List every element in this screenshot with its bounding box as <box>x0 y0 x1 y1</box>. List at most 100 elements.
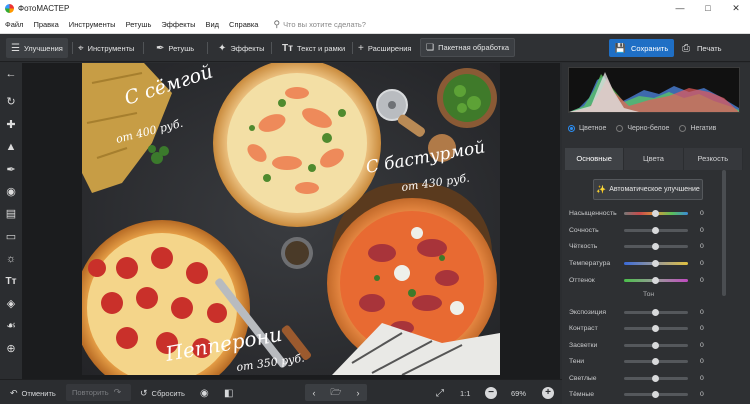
slider-label: Контраст <box>569 324 598 332</box>
brush-icon[interactable]: ✒ <box>4 163 18 177</box>
search-box[interactable]: ⚲ Что вы хотите сделать? <box>273 19 366 30</box>
tab-enhancements[interactable]: ☰ Улучшения <box>6 38 68 58</box>
panel-scrollbar[interactable] <box>722 170 726 296</box>
close-icon[interactable]: ✕ <box>722 0 750 16</box>
auto-enhance-button[interactable]: ✨ Автоматическое улучшение <box>593 179 703 200</box>
tab-tools[interactable]: ⌖ Инструменты <box>78 38 134 58</box>
slider-handle[interactable] <box>652 226 659 234</box>
slider-label: Светлые <box>569 374 597 382</box>
brush-icon: ✒ <box>156 42 165 54</box>
mode-negative[interactable]: Негатив <box>679 125 716 132</box>
menu-retouch[interactable]: Ретушь <box>121 20 157 29</box>
zoom-in-button[interactable]: + <box>542 386 554 400</box>
maximize-icon[interactable]: □ <box>694 0 722 16</box>
tab-sharpness[interactable]: Резкость <box>683 148 743 170</box>
redo-button[interactable]: Повторить ↷ <box>66 384 132 401</box>
text-icon[interactable]: Tт <box>4 275 18 289</box>
gradient-filter-icon[interactable]: ▤ <box>4 207 18 221</box>
tab-label: Ретушь <box>168 43 195 53</box>
bandage-icon[interactable]: ✚ <box>4 118 18 132</box>
batch-icon: ❏ <box>426 42 435 52</box>
slider-value: 0 <box>700 390 704 398</box>
menu-view[interactable]: Вид <box>200 20 224 29</box>
slider-exposure: Экспозиция 0 <box>569 307 719 317</box>
tab-text-frames[interactable]: Tт Текст и рамки <box>282 38 345 58</box>
fit-screen-icon[interactable]: ⤢ <box>436 386 444 400</box>
tab-extensions[interactable]: + Расширения <box>358 38 411 58</box>
radial-filter-icon[interactable]: ◉ <box>4 185 18 199</box>
slider-handle[interactable] <box>652 259 659 267</box>
navigation-group: ‹ 🗁 › <box>305 384 367 401</box>
slider-value: 0 <box>700 357 704 365</box>
reset-button[interactable]: ↺ Сбросить <box>140 386 185 400</box>
mode-color[interactable]: Цветное <box>568 125 606 132</box>
menu-file[interactable]: Файл <box>0 20 28 29</box>
rotate-icon[interactable]: ↻ <box>4 95 18 109</box>
text-icon: Tт <box>282 42 294 54</box>
print-button[interactable]: ⎙ Печать <box>682 39 722 57</box>
compare-icon[interactable]: ◧ <box>224 386 233 400</box>
zoom-1to1-button[interactable]: 1:1 <box>460 386 470 400</box>
divider <box>207 42 208 54</box>
slider-handle[interactable] <box>652 308 659 316</box>
target-icon[interactable]: ⊕ <box>4 342 18 356</box>
divider <box>143 42 144 54</box>
minus-icon: − <box>485 387 497 399</box>
plus-icon: + <box>358 42 364 54</box>
tab-basic[interactable]: Основные <box>565 148 625 170</box>
undo-button[interactable]: ↶ Отменить <box>10 386 56 400</box>
slider-label: Экспозиция <box>569 308 607 316</box>
slider-label: Засветки <box>569 341 598 349</box>
radio-icon <box>679 125 687 132</box>
back-arrow-icon[interactable]: ← <box>4 67 18 81</box>
menu-help[interactable]: Справка <box>224 20 263 29</box>
tone-section-label: Тон <box>643 291 655 298</box>
tab-colors[interactable]: Цвета <box>624 148 684 170</box>
menu-edit[interactable]: Правка <box>28 20 63 29</box>
photo-image[interactable]: С сёмгой от 400 руб. С бастурмой от 430 … <box>82 63 500 375</box>
slider-handle[interactable] <box>652 276 659 284</box>
fill-icon[interactable]: ◈ <box>4 297 18 311</box>
next-icon[interactable]: › <box>357 388 360 398</box>
zoom-out-button[interactable]: − <box>485 386 497 400</box>
search-input[interactable]: Что вы хотите сделать? <box>283 20 366 29</box>
batch-processing-button[interactable]: ❏ Пакетная обработка <box>420 38 515 57</box>
divider <box>352 42 353 54</box>
menu-effects[interactable]: Эффекты <box>156 20 200 29</box>
minimize-icon[interactable]: — <box>666 0 694 16</box>
sun-icon[interactable]: ☼ <box>4 252 18 266</box>
folder-icon[interactable]: 🗁 <box>330 385 341 401</box>
magic-wand-icon: ✦ <box>218 42 227 54</box>
prev-icon[interactable]: ‹ <box>312 388 315 398</box>
auto-enhance-label: Автоматическое улучшение <box>609 186 700 193</box>
mode-bw[interactable]: Черно-белое <box>616 125 669 132</box>
stamp-icon[interactable]: ▲ <box>4 140 18 154</box>
tab-effects[interactable]: ✦ Эффекты <box>218 38 265 58</box>
slider-handle[interactable] <box>652 390 659 398</box>
slider-handle[interactable] <box>652 357 659 365</box>
save-button[interactable]: 💾 Сохранить <box>609 39 674 57</box>
left-toolbar: ← ↻ ✚ ▲ ✒ ◉ ▤ ▭ ☼ Tт ◈ ☙ ⊕ <box>0 63 22 379</box>
slider-handle[interactable] <box>652 341 659 349</box>
pizza-photo: С сёмгой от 400 руб. С бастурмой от 430 … <box>82 63 500 375</box>
slider-value: 0 <box>700 324 704 332</box>
slider-label: Насыщенность <box>569 209 617 217</box>
redo-icon: ↷ <box>113 387 122 397</box>
slider-value: 0 <box>700 374 704 382</box>
drop-icon[interactable]: ☙ <box>4 319 18 333</box>
slider-handle[interactable] <box>652 324 659 332</box>
menu-tools[interactable]: Инструменты <box>64 20 121 29</box>
slider-handle[interactable] <box>652 242 659 250</box>
window-controls: — □ ✕ <box>666 0 750 16</box>
tab-retouch[interactable]: ✒ Ретушь <box>156 38 194 58</box>
slider-handle[interactable] <box>652 374 659 382</box>
search-icon: ⚲ <box>273 19 281 29</box>
slider-highlights: Засветки 0 <box>569 340 719 350</box>
slider-label: Температура <box>569 259 611 267</box>
app-title: ФотоМАСТЕР <box>18 3 70 13</box>
slider-handle[interactable] <box>652 209 659 217</box>
mode-label: Негатив <box>690 125 717 132</box>
slider-label: Сочность <box>569 226 599 234</box>
eye-icon[interactable]: ◉ <box>200 386 209 400</box>
vignette-icon[interactable]: ▭ <box>4 230 18 244</box>
